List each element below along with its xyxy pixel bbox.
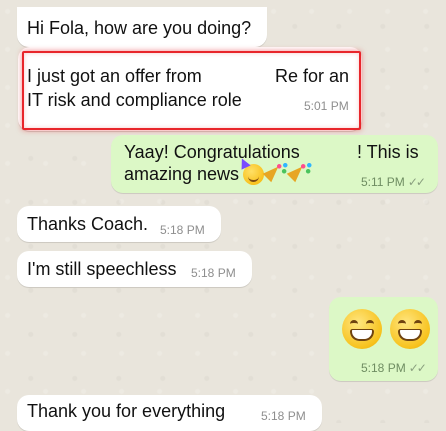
message-text-line: amazing news: [124, 164, 240, 184]
message-text-line: ! This is: [357, 142, 419, 162]
grinning-face-icon: [390, 309, 430, 349]
timestamp-text: 5:18 PM: [361, 361, 406, 375]
party-popper-icon: [290, 163, 313, 185]
message-text: I'm still speechless: [27, 259, 177, 279]
party-popper-icon: [266, 163, 289, 185]
partying-face-icon: [243, 163, 265, 185]
message-text: Thanks Coach.: [27, 214, 149, 234]
grinning-face-icon: [342, 309, 382, 349]
incoming-message-bubble[interactable]: Thanks Coach. 5:18 PM: [17, 206, 221, 242]
read-receipt-icon: ✓✓: [408, 361, 427, 375]
message-timestamp: 5:01 PM: [304, 99, 349, 113]
message-timestamp: 5:18 PM: [160, 223, 205, 237]
outgoing-message-bubble[interactable]: Yaay! Congratulations ! This is amazing …: [111, 135, 438, 193]
outgoing-message-bubble[interactable]: 5:18 PM ✓✓: [329, 297, 438, 381]
message-text-line: IT risk and compliance role: [27, 90, 242, 110]
message-text-row: amazing news: [124, 162, 313, 186]
message-text: Thank you for everything: [27, 401, 226, 421]
chat-area: Hi Fola, how are you doing? I just got a…: [0, 0, 446, 431]
message-text-line: Re for an: [275, 66, 350, 86]
message-text-line: Yaay! Congratulations: [124, 142, 300, 162]
message-timestamp: 5:11 PM ✓✓: [361, 175, 426, 189]
message-text: Hi Fola, how are you doing?: [27, 18, 252, 38]
incoming-message-bubble[interactable]: Thank you for everything 5:18 PM: [17, 395, 322, 431]
message-timestamp: 5:18 PM: [261, 409, 306, 423]
message-text-line: I just got an offer from: [27, 66, 202, 86]
incoming-message-bubble[interactable]: I just got an offer from Re for an IT ri…: [18, 47, 362, 131]
message-timestamp: 5:18 PM ✓✓: [361, 361, 427, 375]
incoming-message-bubble[interactable]: Hi Fola, how are you doing?: [17, 7, 267, 47]
incoming-message-bubble[interactable]: I'm still speechless 5:18 PM: [17, 251, 252, 287]
emoji-row: [334, 309, 430, 349]
timestamp-text: 5:11 PM: [361, 175, 405, 189]
read-receipt-icon: ✓✓: [407, 175, 426, 189]
message-timestamp: 5:18 PM: [191, 266, 236, 280]
